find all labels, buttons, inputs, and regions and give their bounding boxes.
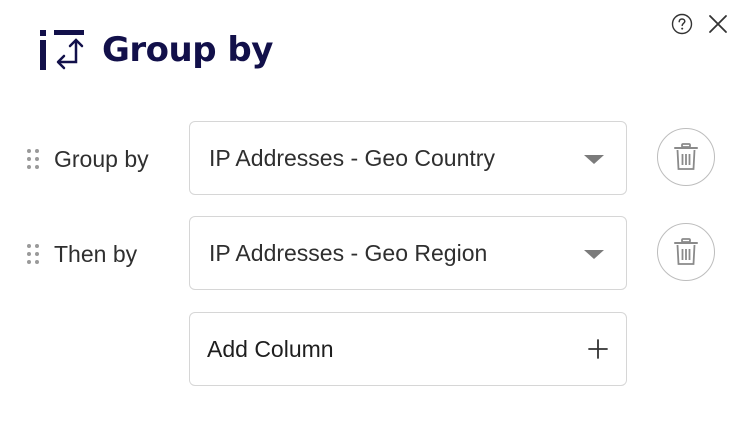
trash-icon [674, 238, 698, 265]
row-label: Group by [54, 146, 149, 172]
dialog-header: Group by [40, 28, 273, 72]
trash-icon [674, 143, 698, 170]
delete-row-button[interactable] [657, 223, 715, 281]
select-value: IP Addresses - Geo Region [209, 240, 488, 266]
dialog-actions [668, 10, 732, 38]
drag-handle-icon[interactable] [26, 148, 40, 170]
drag-handle-icon[interactable] [26, 243, 40, 265]
add-column-label: Add Column [207, 336, 334, 362]
caret-down-icon [584, 250, 604, 259]
then-by-select[interactable]: IP Addresses - Geo Region [189, 216, 627, 290]
row-label: Then by [54, 241, 138, 267]
select-value: IP Addresses - Geo Country [209, 145, 495, 171]
plus-icon [588, 339, 608, 359]
group-row: Group by IP Addresses - Geo Country [26, 121, 726, 197]
delete-row-button[interactable] [657, 128, 715, 186]
dialog-title: Group by [102, 30, 273, 70]
close-icon [709, 15, 727, 33]
help-button[interactable] [668, 10, 696, 38]
group-by-select[interactable]: IP Addresses - Geo Country [189, 121, 627, 195]
close-button[interactable] [704, 10, 732, 38]
caret-down-icon [584, 155, 604, 164]
add-column-button[interactable]: Add Column [189, 312, 627, 386]
group-by-dialog: Group by Group by IP Addresses - Geo Cou… [0, 0, 740, 432]
question-circle-icon [671, 13, 693, 35]
group-by-icon [40, 30, 84, 70]
group-row: Then by IP Addresses - Geo Region [26, 216, 726, 292]
